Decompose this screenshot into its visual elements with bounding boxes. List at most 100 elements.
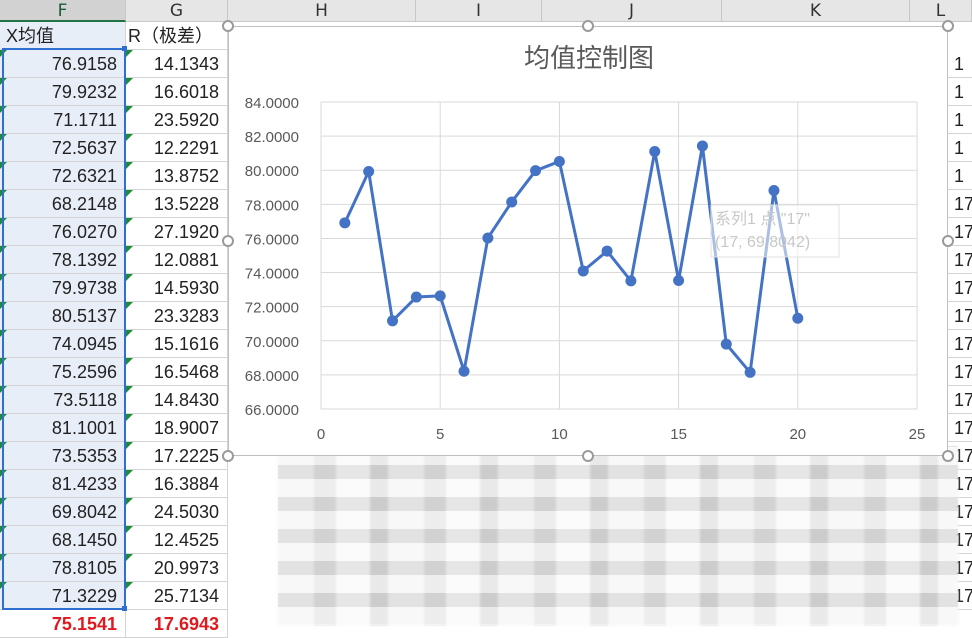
data-point[interactable]: [625, 275, 637, 287]
cell-range[interactable]: 23.5920: [126, 106, 228, 134]
data-point[interactable]: [744, 366, 756, 378]
col-header-h[interactable]: H: [228, 0, 416, 22]
cell-range[interactable]: 12.4525: [126, 526, 228, 554]
cell-column-l[interactable]: 17: [948, 274, 972, 302]
data-point[interactable]: [410, 291, 422, 303]
chart-resize-handle-top[interactable]: [582, 20, 594, 32]
cell-mean[interactable]: 72.6321: [0, 162, 126, 190]
cell-range[interactable]: 16.6018: [126, 78, 228, 106]
chart-resize-handle-tr[interactable]: [942, 20, 954, 32]
cell-column-l[interactable]: 17: [948, 246, 972, 274]
data-point[interactable]: [768, 185, 780, 197]
cell-mean[interactable]: 78.1392: [0, 246, 126, 274]
cell-mean[interactable]: 72.5637: [0, 134, 126, 162]
cell-range[interactable]: 13.8752: [126, 162, 228, 190]
chart-resize-handle-br[interactable]: [942, 450, 954, 462]
cell-range-total[interactable]: 17.6943: [126, 610, 228, 638]
error-indicator: [0, 78, 7, 85]
cell-column-l[interactable]: 17: [948, 386, 972, 414]
cell-column-l[interactable]: 17: [948, 330, 972, 358]
chart-resize-handle-bl[interactable]: [222, 450, 234, 462]
cell-mean[interactable]: 81.4233: [0, 470, 126, 498]
cell-mean[interactable]: 73.5353: [0, 442, 126, 470]
cell-range[interactable]: 15.1616: [126, 330, 228, 358]
cell-range[interactable]: 14.8430: [126, 386, 228, 414]
header-mean[interactable]: X均值: [0, 22, 126, 50]
cell-range[interactable]: 17.2225: [126, 442, 228, 470]
data-point[interactable]: [339, 217, 351, 229]
cell-range[interactable]: 16.5468: [126, 358, 228, 386]
cell-mean[interactable]: 81.1001: [0, 414, 126, 442]
x-tick-label: 5: [436, 426, 444, 443]
cell-column-l[interactable]: 17: [948, 358, 972, 386]
cell-mean[interactable]: 71.1711: [0, 106, 126, 134]
cell-range[interactable]: 13.5228: [126, 190, 228, 218]
cell-mean[interactable]: 79.9738: [0, 274, 126, 302]
cell-mean[interactable]: 68.1450: [0, 526, 126, 554]
series-line[interactable]: [343, 144, 800, 374]
data-point[interactable]: [792, 312, 804, 324]
cell-range[interactable]: 27.1920: [126, 218, 228, 246]
cell-mean[interactable]: 79.9232: [0, 78, 126, 106]
data-point[interactable]: [673, 274, 685, 286]
data-point[interactable]: [649, 145, 661, 157]
cell-range[interactable]: 18.9007: [126, 414, 228, 442]
data-point[interactable]: [506, 196, 518, 208]
cell-mean[interactable]: 68.2148: [0, 190, 126, 218]
col-header-i[interactable]: I: [416, 0, 542, 22]
data-point[interactable]: [696, 140, 708, 152]
cell-column-l[interactable]: 1: [948, 134, 972, 162]
chart-resize-handle-bottom[interactable]: [582, 450, 594, 462]
cell-range[interactable]: 20.9973: [126, 554, 228, 582]
cell-range[interactable]: 12.0881: [126, 246, 228, 274]
cell-mean[interactable]: 74.0945: [0, 330, 126, 358]
chart-resize-handle-right[interactable]: [942, 235, 954, 247]
cell-mean[interactable]: 75.2596: [0, 358, 126, 386]
cell-column-l[interactable]: 1: [948, 78, 972, 106]
data-point[interactable]: [553, 155, 565, 167]
cell-range[interactable]: 14.1343: [126, 50, 228, 78]
data-point[interactable]: [387, 315, 399, 327]
selection-fill-handle[interactable]: [122, 606, 127, 611]
cell-range[interactable]: 25.7134: [126, 582, 228, 610]
header-range[interactable]: R（极差）: [126, 22, 228, 50]
col-header-l[interactable]: L: [910, 0, 972, 22]
data-point[interactable]: [530, 165, 542, 177]
cell-mean[interactable]: 78.8105: [0, 554, 126, 582]
cell-range[interactable]: 14.5930: [126, 274, 228, 302]
data-point[interactable]: [363, 166, 375, 178]
col-header-j[interactable]: J: [542, 0, 722, 22]
cell-range[interactable]: 24.5030: [126, 498, 228, 526]
data-point[interactable]: [434, 290, 446, 302]
cell-mean[interactable]: 73.5118: [0, 386, 126, 414]
chart-resize-handle-tl[interactable]: [222, 20, 234, 32]
selection-handle[interactable]: [122, 46, 127, 51]
x-tick-label: 20: [789, 426, 806, 443]
cell-mean[interactable]: 71.3229: [0, 582, 126, 610]
cell-mean[interactable]: 80.5137: [0, 302, 126, 330]
cell-mean[interactable]: 69.8042: [0, 498, 126, 526]
cell-column-l[interactable]: 1: [948, 162, 972, 190]
data-point[interactable]: [482, 232, 494, 244]
data-point[interactable]: [720, 338, 732, 350]
chart-resize-handle-left[interactable]: [222, 235, 234, 247]
chart-area[interactable]: 均值控制图 66.0000 68.0000 70.0000 72.0000 74.000…: [228, 26, 948, 456]
cell-column-l[interactable]: 1: [948, 106, 972, 134]
data-point[interactable]: [458, 365, 470, 377]
col-header-g[interactable]: G: [126, 0, 228, 22]
mean-control-chart[interactable]: 均值控制图 66.0000 68.0000 70.0000 72.0000 74.000…: [229, 27, 947, 455]
cell-mean[interactable]: 76.9158: [0, 50, 126, 78]
data-point[interactable]: [577, 265, 589, 277]
cell-column-l[interactable]: 17: [948, 414, 972, 442]
cell-column-l[interactable]: 17: [948, 302, 972, 330]
data-point[interactable]: [601, 245, 613, 257]
cell-column-l[interactable]: 1: [948, 50, 972, 78]
cell-range[interactable]: 12.2291: [126, 134, 228, 162]
col-header-k[interactable]: K: [722, 0, 910, 22]
cell-range[interactable]: 23.3283: [126, 302, 228, 330]
cell-column-l[interactable]: 17: [948, 190, 972, 218]
cell-range[interactable]: 16.3884: [126, 470, 228, 498]
cell-mean-total[interactable]: 75.1541: [0, 610, 126, 638]
cell-mean[interactable]: 76.0270: [0, 218, 126, 246]
col-header-f[interactable]: F: [0, 0, 126, 22]
